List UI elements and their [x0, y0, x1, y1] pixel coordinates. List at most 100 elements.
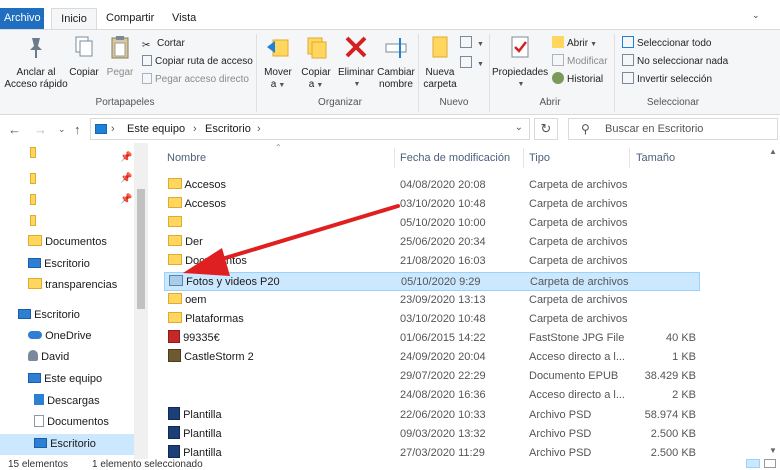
up-arrow-icon[interactable]: ↑	[74, 122, 81, 137]
history-button[interactable]: Historial	[552, 72, 603, 88]
desktop-icon	[28, 258, 41, 268]
tab-compartir[interactable]: Compartir	[102, 8, 158, 30]
select-none-button[interactable]: No seleccionar nada	[622, 54, 728, 70]
paste-button[interactable]: Pegar	[104, 34, 136, 79]
address-bar[interactable]: › Este equipo › Escritorio › ⌄	[90, 118, 530, 140]
tab-inicio[interactable]: Inicio	[51, 8, 97, 30]
file-row[interactable]: Accesos 03/10/2020 10:48 Carpeta de arch…	[164, 195, 700, 214]
ribbon-collapse-icon[interactable]: ⌄	[752, 10, 762, 20]
edit-button[interactable]: Modificar	[552, 54, 608, 70]
nav-item[interactable]: 📌	[0, 147, 134, 168]
nav-item-transparencias[interactable]: transparencias	[0, 275, 134, 296]
properties-button[interactable]: Propiedades ▼	[492, 34, 548, 91]
nav-item-este-equipo[interactable]: Este equipo	[0, 369, 134, 390]
nav-item[interactable]: 📌	[0, 189, 134, 210]
cut-button[interactable]: ✂ Cortar	[142, 36, 185, 52]
select-all-button[interactable]: Seleccionar todo	[622, 36, 712, 52]
user-icon	[28, 350, 38, 361]
file-row[interactable]: 05/10/2020 10:00 Carpeta de archivos	[164, 214, 700, 233]
back-arrow-icon[interactable]: ←	[8, 122, 21, 137]
tab-archivo[interactable]: Archivo	[0, 8, 44, 30]
pin-icon[interactable]: 📌	[120, 189, 132, 210]
breadcrumb-separator-icon: ›	[257, 123, 261, 135]
folder-icon	[30, 215, 36, 226]
new-folder-button[interactable]: Nueva carpeta	[422, 34, 458, 91]
nav-item-descargas[interactable]: Descargas	[0, 391, 134, 412]
tab-vista[interactable]: Vista	[168, 8, 200, 30]
nav-item-escritorio-pc[interactable]: Escritorio	[0, 434, 134, 455]
column-header-name[interactable]: Nombre	[167, 152, 206, 164]
copy-to-button[interactable]: Copiar a ▼	[298, 34, 334, 92]
file-row[interactable]: Der 25/06/2020 20:34 Carpeta de archivos	[164, 233, 700, 252]
copy-path-button[interactable]: Copiar ruta de acceso	[142, 54, 253, 70]
file-row[interactable]: oem 23/09/2020 13:13 Carpeta de archivos	[164, 291, 700, 310]
file-explorer-window: Archivo Inicio Compartir Vista ⌄ Anclar …	[0, 0, 780, 470]
file-row[interactable]: Documentos 21/08/2020 16:03 Carpeta de a…	[164, 252, 700, 271]
new-item-button[interactable]: ▼	[460, 36, 484, 52]
delete-button[interactable]: Eliminar ▼	[336, 34, 376, 91]
ribbon-separator	[418, 34, 419, 112]
scroll-up-icon[interactable]: ▲	[769, 147, 777, 156]
file-row-selected[interactable]: Fotos y videos P20 05/10/2020 9:29 Carpe…	[164, 272, 700, 291]
pin-quick-access-button[interactable]: Anclar al Acceso rápido	[4, 34, 68, 91]
nav-item-escritorio-root[interactable]: Escritorio	[0, 305, 134, 326]
copy-button[interactable]: Copiar	[68, 34, 100, 79]
paste-shortcut-button[interactable]: Pegar acceso directo	[142, 72, 249, 88]
column-divider[interactable]	[629, 148, 630, 168]
search-box[interactable]: ⚲ Buscar en Escritorio	[568, 118, 778, 140]
file-row[interactable]: Plataformas 03/10/2020 10:48 Carpeta de …	[164, 310, 700, 329]
pin-icon[interactable]: 📌	[120, 168, 132, 189]
rename-button[interactable]: Cambiar nombre	[376, 34, 416, 91]
file-size: 40 KB	[666, 332, 696, 344]
delete-x-icon	[345, 36, 367, 58]
column-divider[interactable]	[523, 148, 524, 168]
nav-item-onedrive[interactable]: OneDrive	[0, 326, 134, 347]
edit-icon	[552, 54, 564, 66]
address-dropdown-icon[interactable]: ⌄	[515, 122, 523, 133]
cut-label: Cortar	[157, 38, 185, 49]
file-list-scrollbar[interactable]: ▲ ▼	[766, 143, 780, 459]
column-header-date[interactable]: Fecha de modificación	[400, 152, 510, 164]
forward-arrow-icon[interactable]: →	[34, 122, 47, 137]
file-date: 25/06/2020 20:34	[400, 236, 486, 248]
delete-label: Eliminar	[337, 67, 375, 78]
paste-label: Pegar	[106, 67, 134, 78]
nav-item[interactable]: 📌	[0, 168, 134, 189]
file-name: Der	[185, 236, 203, 248]
nav-scrollbar[interactable]	[134, 143, 148, 459]
easy-access-button[interactable]: ▼	[460, 56, 484, 72]
nav-item[interactable]	[0, 210, 134, 231]
file-row[interactable]: CastleStorm 2 24/09/2020 20:04 Acceso di…	[164, 348, 700, 367]
file-row[interactable]: Plantilla 27/03/2020 11:29 Archivo PSD 2…	[164, 444, 700, 459]
large-icons-view-icon[interactable]	[764, 459, 776, 468]
file-row[interactable]: 29/07/2020 22:29 Documento EPUB 38.429 K…	[164, 367, 700, 386]
nav-item-escritorio[interactable]: Escritorio	[0, 254, 134, 275]
open-button[interactable]: Abrir ▼	[552, 36, 597, 52]
column-header-type[interactable]: Tipo	[529, 152, 550, 164]
ribbon: Anclar al Acceso rápido Copiar Pegar ✂ Co…	[0, 29, 780, 115]
file-row[interactable]: Accesos 04/08/2020 20:08 Carpeta de arch…	[164, 176, 700, 195]
breadcrumb-este-equipo[interactable]: Este equipo	[127, 123, 185, 135]
file-row[interactable]: 99335€ 01/06/2015 14:22 FastStone JPG Fi…	[164, 329, 700, 348]
invert-selection-button[interactable]: Invertir selección	[622, 72, 712, 88]
move-to-button[interactable]: Mover a ▼	[260, 34, 296, 92]
address-toolbar: ← → ⌄ ↑ › Este equipo › Escritorio › ⌄ ↻…	[0, 115, 780, 143]
nav-item-documentos-pc[interactable]: Documentos	[0, 412, 134, 433]
details-view-icon[interactable]	[746, 459, 760, 468]
file-row[interactable]: Plantilla 09/03/2020 13:32 Archivo PSD 2…	[164, 425, 700, 444]
breadcrumb-escritorio[interactable]: Escritorio	[205, 123, 251, 135]
jpg-file-icon	[168, 330, 180, 343]
scroll-down-icon[interactable]: ▼	[769, 446, 777, 455]
nav-scroll-thumb[interactable]	[137, 189, 145, 309]
nav-item-documentos[interactable]: Documentos	[0, 232, 134, 253]
recent-locations-icon[interactable]: ⌄	[58, 124, 66, 135]
column-header-size[interactable]: Tamaño	[636, 152, 675, 164]
pin-icon[interactable]: 📌	[120, 147, 132, 168]
nav-item-david[interactable]: David	[0, 347, 134, 368]
file-row[interactable]: Plantilla 22/06/2020 10:33 Archivo PSD 5…	[164, 406, 700, 425]
refresh-button[interactable]: ↻	[534, 118, 558, 140]
folder-icon	[30, 194, 36, 205]
file-date: 21/08/2020 16:03	[400, 255, 486, 267]
column-divider[interactable]	[394, 148, 395, 168]
file-row[interactable]: 24/08/2020 16:36 Acceso directo a l... 2…	[164, 386, 700, 405]
